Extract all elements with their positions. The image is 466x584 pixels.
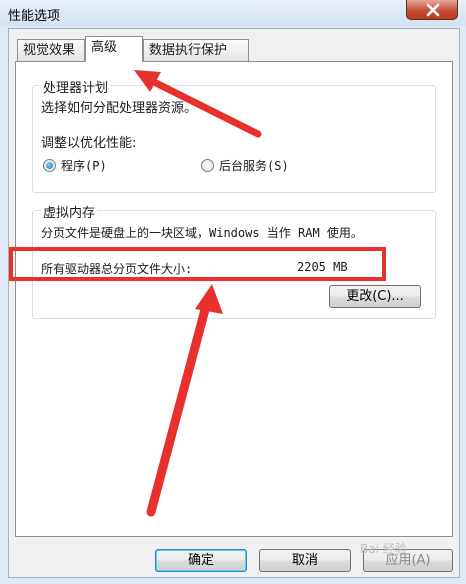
tab-panel-advanced: 处理器计划 选择如何分配处理器资源。 调整以优化性能: 程序(P) 后台服务(S…: [15, 61, 453, 537]
close-button[interactable]: [406, 0, 458, 20]
ok-button[interactable]: 确定: [155, 549, 247, 572]
processor-description: 选择如何分配处理器资源。: [41, 101, 198, 116]
title-bar: 性能选项: [0, 0, 466, 26]
dialog-body: 视觉效果 高级 数据执行保护 处理器计划 选择如何分配处理器资源。 调整以优化性…: [8, 28, 460, 578]
radio-programs[interactable]: [43, 159, 56, 172]
radio-selected-dot: [46, 162, 53, 169]
vm-description: 分页文件是硬盘上的一块区域，Windows 当作 RAM 使用。: [41, 226, 363, 240]
tab-visual-effects[interactable]: 视觉效果: [17, 39, 85, 61]
tab-label: 数据执行保护: [149, 43, 228, 58]
radio-background-services-label[interactable]: 后台服务(S): [219, 157, 289, 174]
change-button[interactable]: 更改(C)...: [329, 285, 421, 308]
cancel-button[interactable]: 取消: [259, 549, 351, 572]
group-label: 虚拟内存: [41, 202, 98, 221]
group-label: 处理器计划: [41, 77, 111, 96]
tab-data-execution-prevention[interactable]: 数据执行保护: [143, 39, 249, 61]
processor-scheduling-group: 处理器计划 选择如何分配处理器资源。 调整以优化性能: 程序(P) 后台服务(S…: [32, 77, 436, 193]
radio-programs-label[interactable]: 程序(P): [61, 157, 107, 174]
close-icon: [426, 3, 440, 17]
tab-advanced[interactable]: 高级: [85, 36, 143, 62]
tab-label: 高级: [91, 40, 118, 55]
highlight-box: [9, 247, 386, 281]
radio-background-services[interactable]: [201, 159, 214, 172]
adjust-label: 调整以优化性能:: [41, 136, 137, 151]
window-title: 性能选项: [8, 9, 61, 24]
tab-label: 视觉效果: [23, 43, 76, 58]
watermark: Bai 经验: [360, 542, 407, 556]
